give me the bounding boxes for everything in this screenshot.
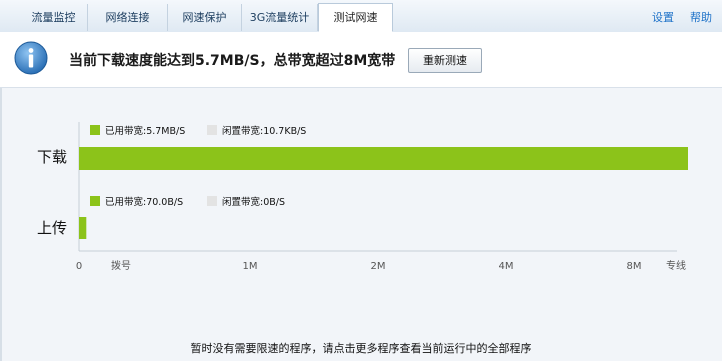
tab-speed-test[interactable]: 测试网速: [318, 3, 393, 32]
speed-headline: 当前下载速度能达到5.7MB/S，总带宽超过8M宽带: [69, 53, 396, 69]
legend-used-upload: 已用带宽:70.0B/S: [105, 196, 183, 208]
category-download: 下载: [37, 148, 67, 166]
bandwidth-chart: 0 拨号 1M 2M 4M 8M 专线 已用带宽:5.7MB/S 闲置带宽:10.7KB/S…: [37, 122, 688, 272]
no-limit-note: 暂时没有需要限速的程序，请点击更多程序查看当前运行中的全部程序: [190, 342, 532, 355]
tab-bar: 流量监控 网络连接 网速保护 3G流量统计 测试网速 设置 帮助: [0, 0, 722, 33]
legend-idle-download: 闲置带宽:10.7KB/S: [222, 125, 306, 137]
legend-used-swatch-download: [90, 125, 100, 135]
legend-idle-upload: 闲置带宽:0B/S: [222, 196, 285, 208]
retest-button[interactable]: 重新测速: [408, 48, 482, 73]
x-tick-label: 1M: [243, 261, 258, 272]
x-tick-label: 0: [76, 261, 82, 272]
x-tick-label: 专线: [666, 259, 686, 272]
legend-idle-swatch-upload: [207, 196, 217, 206]
x-tick-label: 8M: [627, 261, 642, 272]
bar-upload: [79, 217, 87, 239]
bar-download: [79, 147, 688, 170]
tab-traffic-monitor[interactable]: 流量监控: [20, 4, 88, 31]
legend-used-swatch-upload: [90, 196, 100, 206]
x-tick-label: 拨号: [111, 259, 131, 272]
category-upload: 上传: [37, 219, 67, 237]
info-icon: [14, 41, 48, 75]
speed-result-bar: 当前下载速度能达到5.7MB/S，总带宽超过8M宽带 重新测速: [0, 32, 722, 88]
legend-idle-swatch-download: [207, 125, 217, 135]
x-tick-label: 2M: [371, 261, 386, 272]
tab-3g-stats[interactable]: 3G流量统计: [242, 4, 318, 31]
legend-used-download: 已用带宽:5.7MB/S: [105, 125, 185, 137]
help-link[interactable]: 帮助: [690, 9, 712, 25]
tab-speed-protection[interactable]: 网速保护: [168, 4, 242, 31]
x-tick-label: 4M: [499, 261, 514, 272]
tab-network-connections[interactable]: 网络连接: [88, 4, 168, 31]
settings-link[interactable]: 设置: [652, 9, 674, 25]
